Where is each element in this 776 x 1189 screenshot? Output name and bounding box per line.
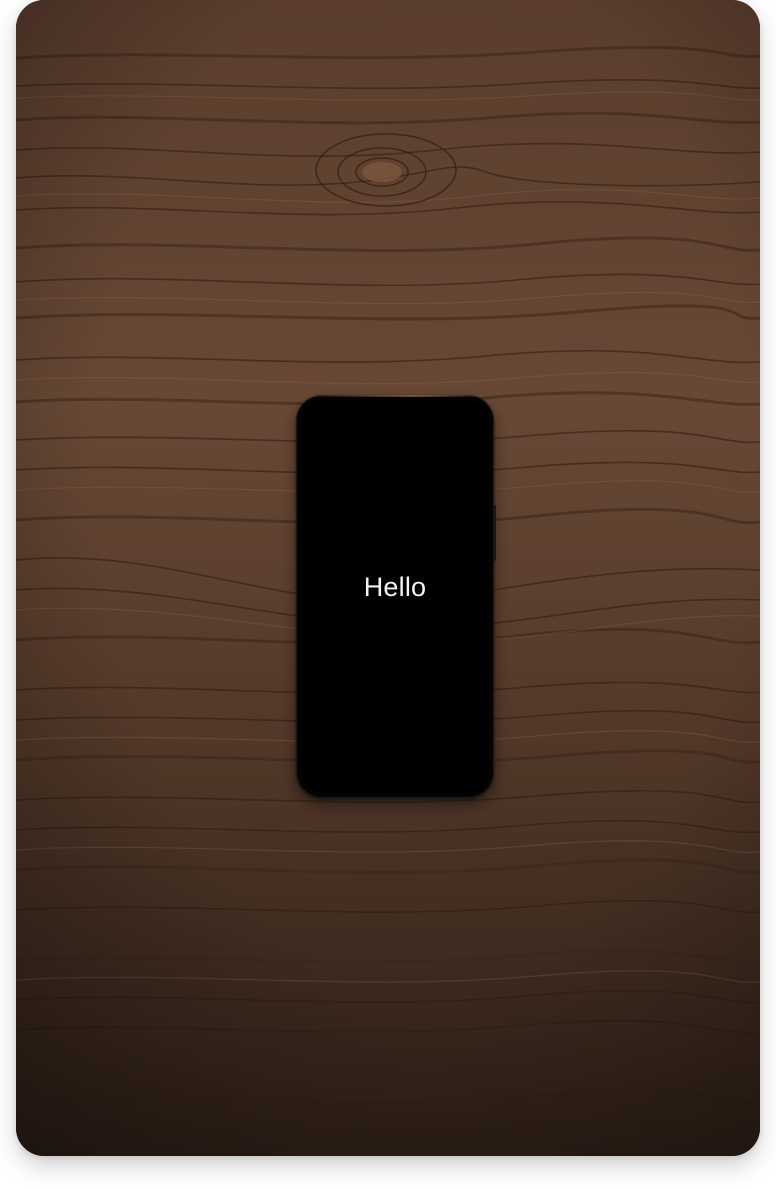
- smartphone: Hello: [296, 395, 496, 800]
- phone-screen: Hello: [301, 400, 489, 793]
- hello-greeting: Hello: [363, 572, 427, 602]
- wood-table-background: Hello: [16, 0, 760, 1156]
- phone-edge-highlight: [302, 395, 488, 397]
- phone-body: Hello: [296, 395, 494, 798]
- phone-side-button: [493, 505, 496, 561]
- photo-frame: Hello: [16, 0, 760, 1156]
